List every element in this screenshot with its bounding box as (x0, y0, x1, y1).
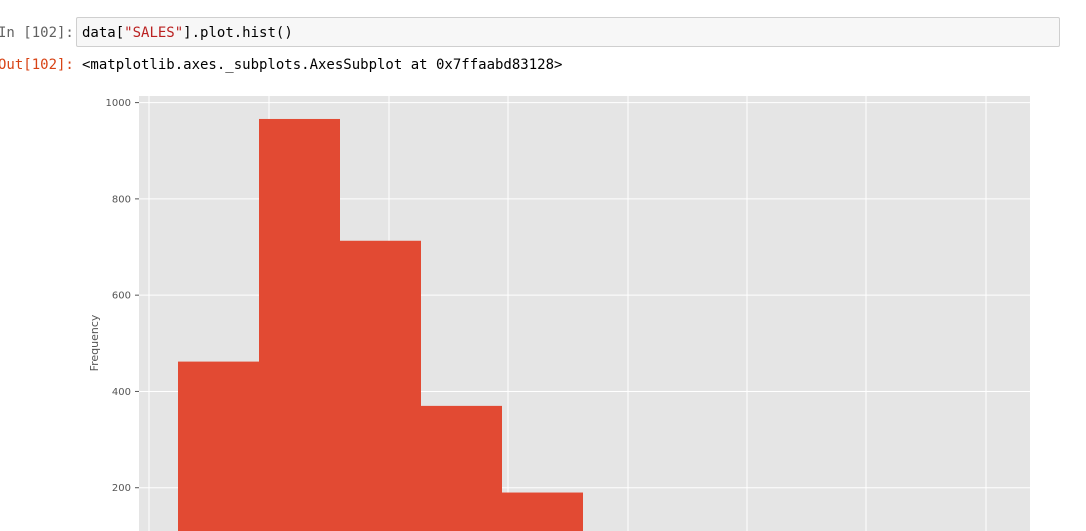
y-axis-ticks: 200 400 600 800 1000 (106, 98, 139, 494)
histogram-bar (502, 492, 583, 531)
histogram-bar (178, 361, 259, 531)
y-tick-label: 1000 (106, 98, 131, 109)
y-tick-label: 200 (112, 483, 131, 494)
histogram-bar (421, 405, 502, 531)
y-axis-label: Frequency (88, 314, 101, 371)
histogram-plot: 200 400 600 800 1000 Frequency (88, 96, 1030, 531)
y-tick-label: 600 (112, 291, 131, 302)
histogram-bar (340, 240, 421, 531)
histogram-bar (259, 118, 340, 531)
y-tick-label: 400 (112, 387, 131, 398)
y-tick-label: 800 (112, 194, 131, 205)
